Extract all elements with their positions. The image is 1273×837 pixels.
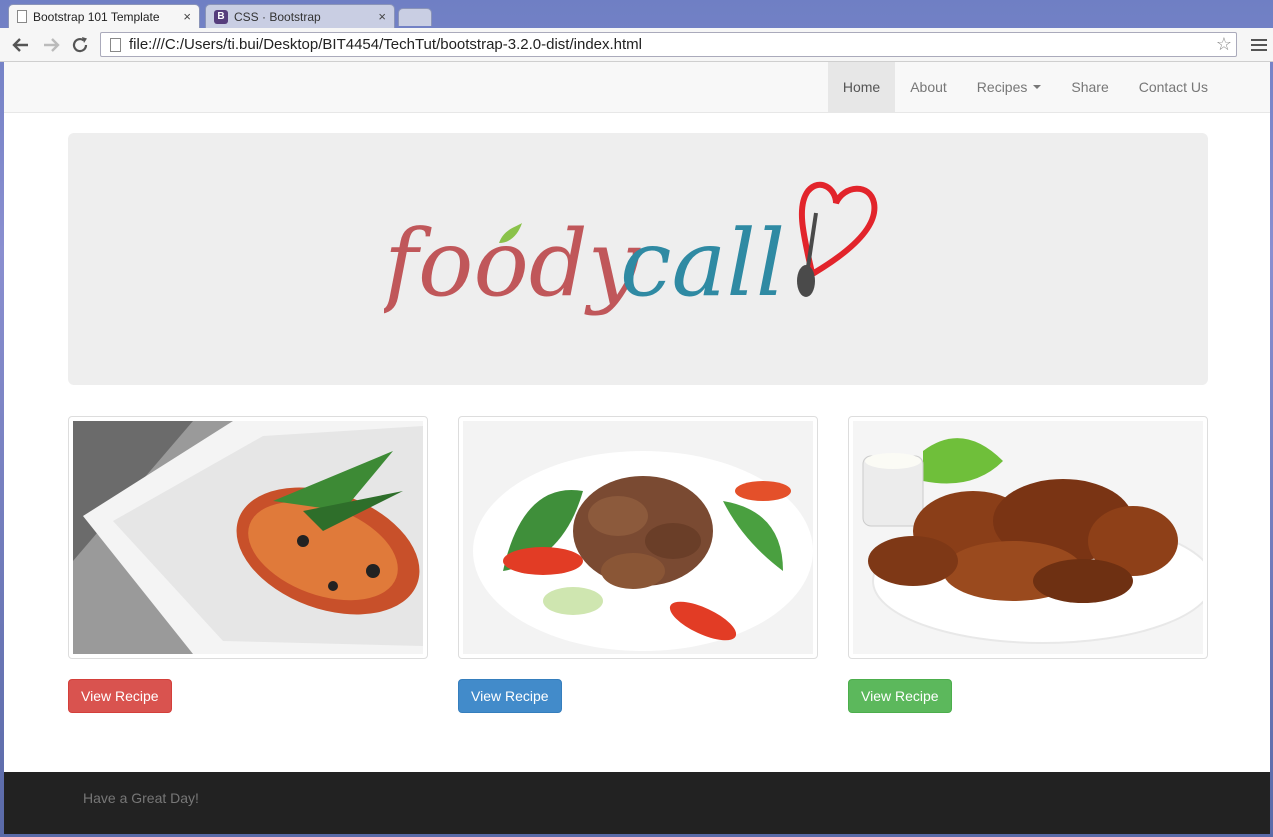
forward-icon[interactable] [40, 34, 62, 56]
nav-item-label: Recipes [976, 79, 1028, 95]
page-icon [17, 10, 27, 23]
close-icon[interactable]: × [378, 9, 386, 24]
beef-salad-photo [463, 421, 813, 654]
document-icon [110, 37, 121, 52]
page-footer: Have a Great Day! [4, 772, 1270, 834]
bootstrap-icon: B [214, 9, 228, 24]
top-navbar: Home About Recipes Share Contact Us [4, 62, 1270, 113]
recipe-card-chicken-wings [848, 416, 1208, 659]
spaghetti-photo [73, 421, 423, 654]
nav-item-about[interactable]: About [895, 62, 962, 112]
caret-down-icon [1033, 85, 1042, 89]
recipe-card-spaghetti [68, 416, 428, 659]
back-icon[interactable] [10, 34, 32, 56]
browser-toolbar: file:///C:/Users/ti.bui/Desktop/BIT4454/… [0, 28, 1273, 62]
hero-jumbotron: foody call [68, 133, 1208, 385]
logo-text-foody: foody [384, 210, 641, 317]
tab-strip: Bootstrap 101 Template × B CSS · Bootstr… [0, 0, 1273, 28]
spoon-handle-icon [806, 212, 818, 268]
nav-item-contact[interactable]: Contact Us [1124, 62, 1223, 112]
new-tab-button[interactable] [398, 8, 432, 26]
recipe-card-beef-salad [458, 416, 818, 659]
chrome-menu-icon[interactable] [1251, 36, 1267, 54]
close-icon[interactable]: × [183, 9, 191, 24]
tab-bootstrap-template[interactable]: Bootstrap 101 Template × [8, 4, 200, 28]
logo-text-call: call [620, 210, 785, 317]
nav-item-recipes[interactable]: Recipes [962, 62, 1057, 112]
footer-text: Have a Great Day! [83, 790, 199, 806]
tab-css-bootstrap[interactable]: B CSS · Bootstrap × [205, 4, 395, 28]
bookmark-star-icon[interactable]: ☆ [1216, 34, 1232, 55]
tab-title: Bootstrap 101 Template [33, 9, 160, 24]
tab-title: CSS · Bootstrap [234, 9, 321, 24]
view-recipe-button-2[interactable]: View Recipe [458, 679, 562, 713]
url-text[interactable]: file:///C:/Users/ti.bui/Desktop/BIT4454/… [129, 36, 1216, 53]
spoon-icon [797, 265, 815, 297]
reload-icon[interactable] [69, 34, 91, 56]
nav-item-share[interactable]: Share [1056, 62, 1123, 112]
chicken-wings-photo [853, 421, 1203, 654]
nav-menu: Home About Recipes Share Contact Us [827, 62, 1223, 112]
view-recipe-button-1[interactable]: View Recipe [68, 679, 172, 713]
page-viewport: Home About Recipes Share Contact Us food… [4, 62, 1270, 834]
address-bar[interactable]: file:///C:/Users/ti.bui/Desktop/BIT4454/… [100, 32, 1237, 57]
nav-item-home[interactable]: Home [827, 62, 896, 112]
foodycall-logo: foody call [384, 181, 878, 317]
view-recipe-button-3[interactable]: View Recipe [848, 679, 952, 713]
